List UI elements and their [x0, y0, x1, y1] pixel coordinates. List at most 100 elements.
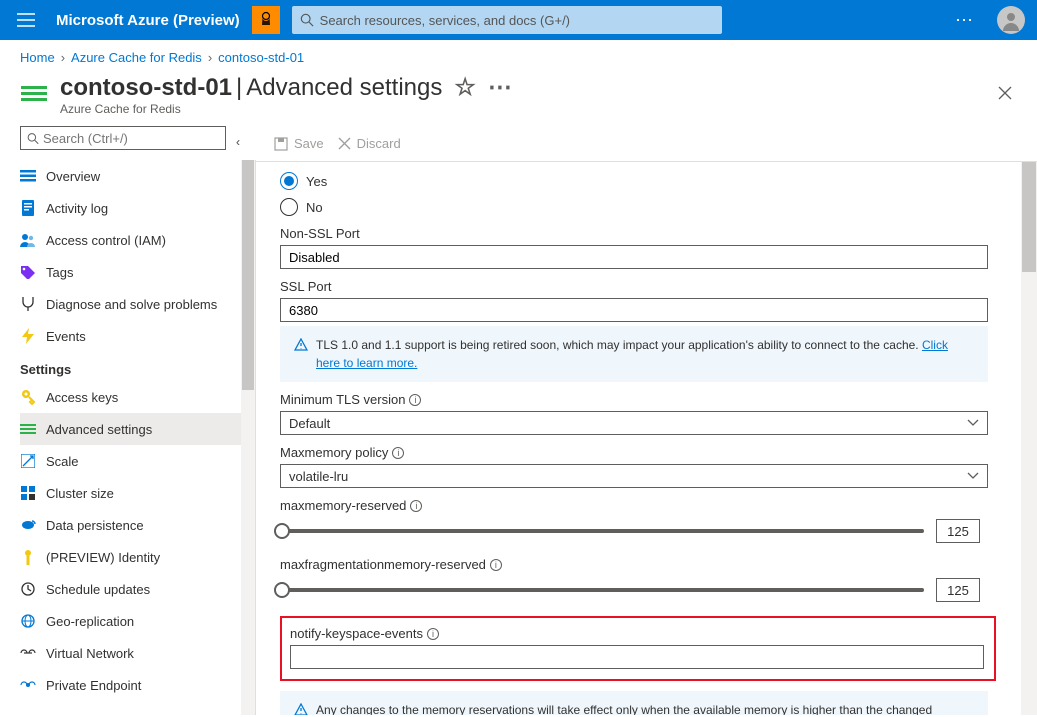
keys-icon: [20, 389, 36, 405]
sidebar-item-label: (PREVIEW) Identity: [46, 550, 160, 565]
sidebar-item-identity[interactable]: (PREVIEW) Identity: [20, 541, 244, 573]
maxfrag-reserved-value[interactable]: 125: [936, 578, 980, 602]
sidebar-item-diagnose[interactable]: Diagnose and solve problems: [20, 288, 244, 320]
info-icon[interactable]: i: [427, 628, 439, 640]
page-subtitle: Azure Cache for Redis: [60, 102, 512, 116]
search-icon: [300, 13, 314, 27]
maxfrag-reserved-label: maxfragmentationmemory-reservedi: [280, 557, 1007, 572]
global-search[interactable]: [292, 6, 722, 34]
main-content: Save Discard Yes No Non-SSL Port SSL Por…: [256, 126, 1037, 715]
nonssl-port-input[interactable]: [280, 245, 988, 269]
more-icon[interactable]: ⋯: [488, 73, 512, 102]
info-icon[interactable]: i: [409, 394, 421, 406]
toolbar: Save Discard: [256, 126, 1037, 162]
sidebar-item-access-keys[interactable]: Access keys: [20, 381, 244, 413]
info-icon[interactable]: i: [392, 447, 404, 459]
sidebar-item-label: Diagnose and solve problems: [46, 297, 217, 312]
sidebar-item-label: Data persistence: [46, 518, 144, 533]
network-icon: [20, 645, 36, 661]
min-tls-select[interactable]: Default: [280, 411, 988, 435]
preview-badge-icon[interactable]: [252, 6, 280, 34]
sidebar-item-access-control[interactable]: Access control (IAM): [20, 224, 244, 256]
discard-button[interactable]: Discard: [338, 136, 401, 151]
page-header: contoso-std-01 | Advanced settings ☆ ⋯ A…: [0, 67, 1037, 126]
notify-keyspace-label: notify-keyspace-eventsi: [290, 626, 986, 641]
close-icon[interactable]: [997, 85, 1017, 105]
persistence-icon: [20, 517, 36, 533]
sidebar-item-scale[interactable]: Scale: [20, 445, 244, 477]
user-avatar[interactable]: [997, 6, 1025, 34]
sidebar-item-schedule-updates[interactable]: Schedule updates: [20, 573, 244, 605]
cluster-icon: [20, 485, 36, 501]
resource-icon: [20, 81, 48, 109]
sidebar-item-label: Advanced settings: [46, 422, 152, 437]
warning-icon: [294, 338, 308, 352]
sidebar-item-label: Scale: [46, 454, 79, 469]
tags-icon: [20, 264, 36, 280]
save-icon: [274, 137, 288, 151]
geo-icon: [20, 613, 36, 629]
radio-no[interactable]: No: [280, 198, 1007, 216]
brand-title: Microsoft Azure (Preview): [56, 12, 240, 29]
sidebar-section-settings: Settings: [20, 352, 255, 381]
breadcrumb: Home › Azure Cache for Redis › contoso-s…: [0, 40, 1037, 67]
sidebar-item-label: Tags: [46, 265, 73, 280]
sidebar-item-data-persistence[interactable]: Data persistence: [20, 509, 244, 541]
chevron-down-icon: [967, 419, 979, 427]
breadcrumb-resource[interactable]: contoso-std-01: [218, 50, 304, 65]
advanced-settings-icon: [20, 421, 36, 437]
discard-icon: [338, 137, 351, 150]
tls-alert: TLS 1.0 and 1.1 support is being retired…: [280, 326, 988, 382]
identity-icon: [20, 549, 36, 565]
sidebar-item-label: Schedule updates: [46, 582, 150, 597]
sidebar-item-geo-replication[interactable]: Geo-replication: [20, 605, 244, 637]
diagnose-icon: [20, 296, 36, 312]
favorite-icon[interactable]: ☆: [454, 73, 476, 102]
sidebar-item-cluster-size[interactable]: Cluster size: [20, 477, 244, 509]
radio-yes[interactable]: Yes: [280, 172, 1007, 190]
sidebar-item-private-endpoint[interactable]: Private Endpoint: [20, 669, 244, 701]
info-icon[interactable]: i: [490, 559, 502, 571]
maxmemory-policy-select[interactable]: volatile-lru: [280, 464, 988, 488]
save-button[interactable]: Save: [274, 136, 324, 151]
sidebar-item-tags[interactable]: Tags: [20, 256, 244, 288]
sidebar-search[interactable]: [20, 126, 226, 150]
chevron-right-icon: ›: [208, 50, 212, 65]
maxmemory-reserved-value[interactable]: 125: [936, 519, 980, 543]
main-scrollbar[interactable]: [1021, 162, 1037, 715]
sidebar-item-label: Geo-replication: [46, 614, 134, 629]
search-icon: [27, 132, 39, 145]
maxmemory-policy-label: Maxmemory policyi: [280, 445, 1007, 460]
maxfrag-reserved-slider[interactable]: [280, 588, 924, 592]
sidebar-item-activity-log[interactable]: Activity log: [20, 192, 244, 224]
more-actions-icon[interactable]: ⋯: [945, 10, 985, 31]
sidebar-scrollbar[interactable]: [241, 160, 255, 715]
scale-icon: [20, 453, 36, 469]
sidebar-item-overview[interactable]: Overview: [20, 160, 244, 192]
radio-icon: [280, 198, 298, 216]
notify-keyspace-input[interactable]: [290, 645, 984, 669]
breadcrumb-home[interactable]: Home: [20, 50, 55, 65]
sidebar-item-label: Events: [46, 329, 86, 344]
sidebar-item-label: Cluster size: [46, 486, 114, 501]
radio-icon: [280, 172, 298, 190]
iam-icon: [20, 232, 36, 248]
sidebar: ‹‹ Overview Activity log Access control …: [0, 126, 256, 715]
hamburger-icon[interactable]: [8, 2, 44, 38]
info-icon[interactable]: i: [410, 500, 422, 512]
breadcrumb-service[interactable]: Azure Cache for Redis: [71, 50, 202, 65]
nonssl-port-label: Non-SSL Port: [280, 226, 1007, 241]
sidebar-item-events[interactable]: Events: [20, 320, 244, 352]
sidebar-search-input[interactable]: [43, 131, 219, 146]
memory-alert: Any changes to the memory reservations w…: [280, 691, 988, 715]
min-tls-label: Minimum TLS versioni: [280, 392, 1007, 407]
sidebar-item-label: Private Endpoint: [46, 678, 141, 693]
sidebar-item-virtual-network[interactable]: Virtual Network: [20, 637, 244, 669]
sidebar-item-label: Activity log: [46, 201, 108, 216]
ssl-port-input[interactable]: [280, 298, 988, 322]
sidebar-item-advanced-settings[interactable]: Advanced settings: [20, 413, 244, 445]
global-search-input[interactable]: [320, 13, 714, 28]
sidebar-item-label: Overview: [46, 169, 100, 184]
maxmemory-reserved-slider[interactable]: [280, 529, 924, 533]
maxmemory-reserved-label: maxmemory-reservedi: [280, 498, 1007, 513]
